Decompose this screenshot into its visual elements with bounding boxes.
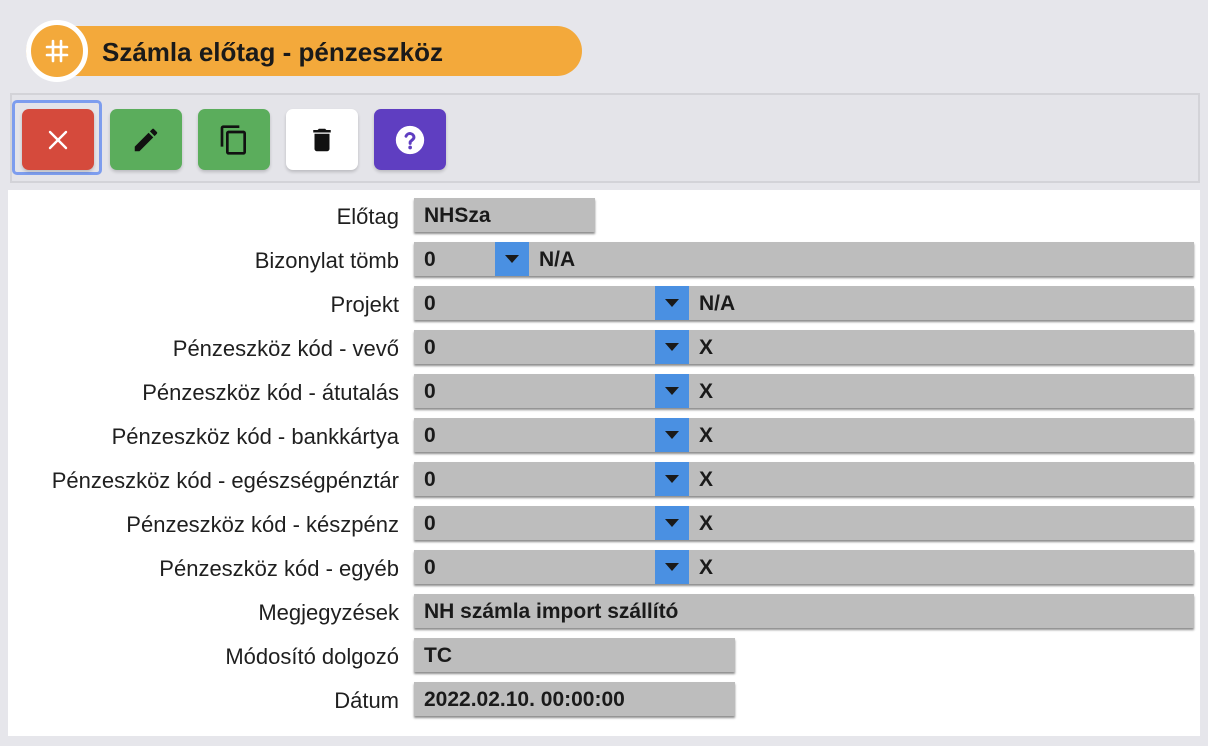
field-value: TC — [424, 644, 452, 667]
field-value: 0 — [424, 380, 436, 403]
field-label: Pénzeszköz kód - egészségpénztár — [51, 468, 399, 493]
field-label: Módosító dolgozó — [225, 644, 399, 669]
form-row-bizonylat-tomb: Bizonylat tömb 0 N/A — [8, 234, 1200, 276]
edit-button[interactable] — [110, 109, 182, 170]
field-value: NH számla import szállító — [424, 600, 679, 623]
help-icon — [395, 125, 425, 154]
field-label: Bizonylat tömb — [254, 248, 399, 273]
projekt-select[interactable]: 0 N/A — [414, 286, 1194, 320]
delete-button[interactable] — [286, 109, 358, 170]
bankkartya-select[interactable]: 0 X — [414, 418, 1194, 452]
field-value: 0 — [424, 248, 436, 271]
field-description: X — [699, 424, 714, 447]
egeszsegpenztar-select[interactable]: 0 X — [414, 462, 1194, 496]
field-value: NHSza — [424, 204, 491, 227]
chevron-down-icon[interactable] — [655, 330, 689, 364]
field-value: 0 — [424, 424, 436, 447]
modosito-field[interactable]: TC — [414, 638, 735, 672]
form-row-datum: Dátum 2022.02.10. 00:00:00 — [8, 674, 1200, 716]
field-value: 0 — [424, 292, 436, 315]
toolbar — [10, 93, 1200, 183]
field-label: Előtag — [336, 204, 399, 229]
trash-icon — [313, 128, 331, 151]
field-label: Pénzeszköz kód - vevő — [172, 336, 399, 361]
field-value: 0 — [424, 512, 436, 535]
form-row-keszpenz: Pénzeszköz kód - készpénz 0 X — [8, 498, 1200, 540]
datum-field[interactable]: 2022.02.10. 00:00:00 — [414, 682, 735, 716]
page-title-bar: Számla előtag - pénzeszköz — [26, 20, 582, 82]
field-description: X — [699, 512, 714, 535]
copy-icon — [220, 124, 246, 155]
field-description: X — [699, 556, 714, 579]
chevron-down-icon[interactable] — [655, 506, 689, 540]
field-value: 0 — [424, 468, 436, 491]
field-value: 0 — [424, 556, 436, 579]
form-row-megjegyzesek: Megjegyzések NH számla import szállító — [8, 586, 1200, 628]
chevron-down-icon[interactable] — [655, 462, 689, 496]
field-description: N/A — [699, 292, 736, 315]
copy-button[interactable] — [198, 109, 270, 170]
field-value: 0 — [424, 336, 436, 359]
megjegyzesek-field[interactable]: NH számla import szállító — [414, 594, 1194, 628]
field-label: Pénzeszköz kód - bankkártya — [111, 424, 399, 449]
chevron-down-icon[interactable] — [655, 550, 689, 584]
keszpenz-select[interactable]: 0 X — [414, 506, 1194, 540]
field-label: Dátum — [334, 688, 399, 713]
close-button[interactable] — [22, 109, 94, 170]
field-description: N/A — [539, 248, 576, 271]
atutalas-select[interactable]: 0 X — [414, 374, 1194, 408]
field-label: Pénzeszköz kód - készpénz — [126, 512, 399, 537]
field-value: 2022.02.10. 00:00:00 — [424, 688, 625, 711]
pencil-icon — [134, 128, 158, 151]
chevron-down-icon[interactable] — [655, 286, 689, 320]
form-panel: Előtag NHSza Bizonylat tömb 0 N/A Projek… — [8, 190, 1200, 736]
form-row-egeszsegpenztar: Pénzeszköz kód - egészségpénztár 0 X — [8, 454, 1200, 496]
form-row-atutalas: Pénzeszköz kód - átutalás 0 X — [8, 366, 1200, 408]
field-label: Megjegyzések — [258, 600, 399, 625]
field-label: Projekt — [330, 292, 399, 317]
field-label: Pénzeszköz kód - egyéb — [159, 556, 399, 581]
field-description: X — [699, 468, 714, 491]
form-row-bankkartya: Pénzeszköz kód - bankkártya 0 X — [8, 410, 1200, 452]
vevo-select[interactable]: 0 X — [414, 330, 1194, 364]
chevron-down-icon[interactable] — [655, 418, 689, 452]
field-description: X — [699, 336, 714, 359]
close-icon — [48, 130, 68, 149]
egyeb-select[interactable]: 0 X — [414, 550, 1194, 584]
form-row-elotag: Előtag NHSza — [8, 190, 1200, 232]
form-row-modosito: Módosító dolgozó TC — [8, 630, 1200, 672]
form-row-egyeb: Pénzeszköz kód - egyéb 0 X — [8, 542, 1200, 584]
form-row-vevo: Pénzeszköz kód - vevő 0 X — [8, 322, 1200, 364]
form-row-projekt: Projekt 0 N/A — [8, 278, 1200, 320]
elotag-field[interactable]: NHSza — [414, 198, 595, 232]
help-button[interactable] — [374, 109, 446, 170]
chevron-down-icon[interactable] — [655, 374, 689, 408]
page-title: Számla előtag - pénzeszköz — [102, 37, 443, 67]
field-description: X — [699, 380, 714, 403]
field-label: Pénzeszköz kód - átutalás — [142, 380, 399, 405]
hash-icon — [26, 20, 88, 82]
bizonylat-tomb-select[interactable]: 0 N/A — [414, 242, 1194, 276]
chevron-down-icon[interactable] — [495, 242, 529, 276]
